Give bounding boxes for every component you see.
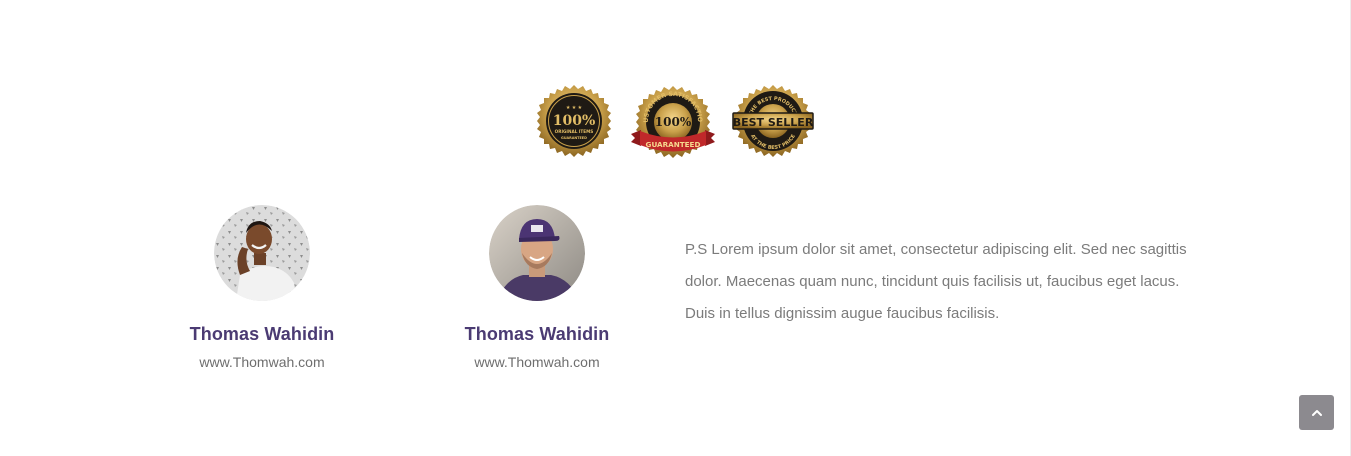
page: 100% ORIGINAL ITEMS GUARANTEED ★ ★ ★ UST… [0, 0, 1351, 456]
satisfaction-guaranteed-badge: CUSTOMER SATISFACTION 100% GUARANTEED [631, 84, 715, 160]
profile-url[interactable]: www.Thomwah.com [427, 353, 647, 371]
ps-note: P.S Lorem ipsum dolor sit amet, consecte… [685, 241, 1187, 322]
badge-1-line1: ORIGINAL ITEMS [555, 129, 594, 134]
chevron-up-icon [1311, 410, 1322, 416]
avatar [489, 205, 585, 301]
avatar [214, 205, 310, 301]
back-to-top-button[interactable] [1299, 395, 1334, 430]
trust-badges: 100% ORIGINAL ITEMS GUARANTEED ★ ★ ★ UST… [533, 84, 823, 162]
svg-text:★ ★ ★: ★ ★ ★ [566, 105, 583, 111]
original-items-badge: 100% ORIGINAL ITEMS GUARANTEED ★ ★ ★ [537, 84, 611, 158]
badge-2-ribbon: GUARANTEED [646, 140, 701, 149]
profile-card: Thomas Wahidin www.Thomwah.com [152, 205, 372, 371]
profile-name: Thomas Wahidin [464, 324, 610, 344]
badge-3-big: BEST SELLER [733, 116, 814, 129]
badge-2-big: 100% [655, 115, 692, 129]
profile-card: Thomas Wahidin www.Thomwah.com [427, 205, 647, 371]
profile-url[interactable]: www.Thomwah.com [152, 353, 372, 371]
best-seller-badge: THE BEST PRODUCT AT THE BEST PRICE BEST … [731, 84, 815, 160]
badge-1-big: 100% [553, 113, 596, 129]
profile-name: Thomas Wahidin [189, 324, 335, 344]
badge-1-line2: GUARANTEED [561, 136, 587, 140]
